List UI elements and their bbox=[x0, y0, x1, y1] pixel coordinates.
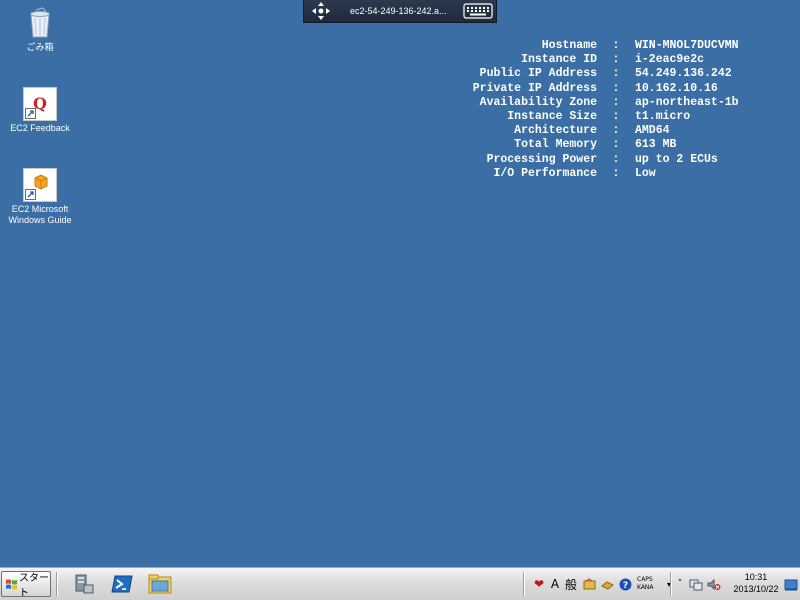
bginfo-separator: : bbox=[612, 67, 620, 81]
server-manager-icon[interactable] bbox=[66, 570, 102, 598]
bginfo-label: Hostname bbox=[541, 39, 597, 52]
bginfo-label: I/O Performance bbox=[493, 166, 597, 180]
bginfo-separator: : bbox=[612, 166, 620, 180]
ime-mode-a[interactable]: A bbox=[550, 577, 560, 591]
taskbar: スタート ❤ A 般 ? CAPS KANA ▾ ˄ 10:31 2013/10… bbox=[0, 567, 800, 600]
bginfo-row: Processing Power : up to 2 ECUs bbox=[420, 153, 739, 167]
bginfo-label: Instance Size bbox=[507, 109, 597, 123]
ime-bar: ❤ A 般 ? CAPS KANA ▾ bbox=[530, 568, 675, 600]
recycle-bin-icon bbox=[23, 6, 57, 40]
svg-text:?: ? bbox=[622, 581, 627, 591]
bginfo-label: Instance ID bbox=[521, 53, 597, 67]
bginfo-panel: Hostname : WIN-MNOL7DUCVMN Instance ID :… bbox=[420, 39, 739, 181]
ime-tools-icon[interactable] bbox=[600, 577, 614, 591]
ec2-windows-guide-shortcut[interactable]: EC2 Microsoft Windows Guide bbox=[5, 168, 75, 226]
bginfo-row: Instance Size : t1.micro bbox=[420, 110, 739, 124]
show-desktop-icon[interactable] bbox=[784, 576, 798, 591]
help-icon[interactable]: ? bbox=[618, 577, 632, 591]
bginfo-separator: : bbox=[612, 81, 620, 95]
bginfo-row: Total Memory : 613 MB bbox=[420, 138, 739, 152]
bginfo-value: i-2eac9e2c bbox=[635, 53, 705, 67]
notification-area: ˄ bbox=[673, 568, 723, 600]
clock-date: 2013/10/22 bbox=[733, 584, 779, 594]
bginfo-value: 10.162.10.16 bbox=[635, 81, 718, 95]
keyboard-icon[interactable] bbox=[460, 0, 496, 22]
recycle-bin-shortcut[interactable]: ごみ箱 bbox=[5, 6, 75, 53]
bginfo-separator: : bbox=[612, 138, 620, 152]
caps-label: CAPS bbox=[637, 576, 653, 583]
bginfo-label: Public IP Address bbox=[479, 67, 597, 81]
volume-muted-icon[interactable] bbox=[707, 577, 721, 591]
taskbar-separator bbox=[523, 572, 525, 596]
bginfo-value: ap-northeast-1b bbox=[635, 95, 739, 109]
bginfo-label: Total Memory bbox=[514, 138, 597, 152]
bginfo-value: 54.249.136.242 bbox=[635, 67, 732, 81]
bginfo-label: Private IP Address bbox=[472, 81, 597, 95]
desktop-icon-label: ごみ箱 bbox=[26, 42, 54, 52]
move-arrows-icon[interactable] bbox=[304, 0, 338, 22]
powershell-icon[interactable] bbox=[104, 570, 140, 598]
bginfo-value: WIN-MNOL7DUCVMN bbox=[635, 39, 739, 52]
bginfo-value: up to 2 ECUs bbox=[635, 152, 718, 166]
ec2-feedback-shortcut[interactable]: Q EC2 Feedback bbox=[5, 87, 75, 134]
start-label: スタート bbox=[19, 573, 49, 599]
bginfo-row: Availability Zone : ap-northeast-1b bbox=[420, 96, 739, 110]
rdp-host-title: ec2-54-249-136-242.a... bbox=[350, 6, 447, 16]
bginfo-separator: : bbox=[612, 124, 620, 138]
desktop-icon-label-line2: Windows Guide bbox=[8, 215, 72, 225]
taskbar-separator bbox=[670, 572, 672, 596]
guide-icon bbox=[23, 168, 57, 202]
bginfo-row: Hostname : WIN-MNOL7DUCVMN bbox=[420, 39, 739, 53]
rdp-connection-bar: ec2-54-249-136-242.a... bbox=[303, 0, 497, 23]
bginfo-row: I/O Performance : Low bbox=[420, 167, 739, 181]
bginfo-label: Processing Power bbox=[486, 152, 597, 166]
bginfo-row: Private IP Address : 10.162.10.16 bbox=[420, 82, 739, 96]
network-icon[interactable] bbox=[689, 577, 703, 591]
taskbar-clock[interactable]: 10:31 2013/10/22 bbox=[729, 571, 783, 595]
bginfo-separator: : bbox=[612, 39, 620, 52]
explorer-icon[interactable] bbox=[142, 570, 178, 598]
windows-logo-icon bbox=[5, 578, 18, 591]
feedback-icon: Q bbox=[23, 87, 57, 121]
clock-time: 10:31 bbox=[744, 572, 768, 582]
bginfo-row: Instance ID : i-2eac9e2c bbox=[420, 53, 739, 67]
taskbar-separator bbox=[56, 572, 58, 596]
bginfo-value: AMD64 bbox=[635, 124, 670, 138]
bginfo-row: Architecture : AMD64 bbox=[420, 124, 739, 138]
ime-mode-kanji[interactable]: 般 bbox=[564, 577, 578, 592]
shortcut-arrow-icon bbox=[25, 189, 36, 200]
desktop-icon-label: EC2 Feedback bbox=[10, 123, 70, 133]
bginfo-separator: : bbox=[612, 109, 620, 123]
desktop-icon-label-line1: EC2 Microsoft bbox=[11, 204, 69, 214]
bginfo-value: 613 MB bbox=[635, 138, 677, 152]
bginfo-separator: : bbox=[612, 152, 620, 166]
kana-label: KANA bbox=[637, 584, 654, 591]
shortcut-arrow-icon bbox=[25, 108, 36, 119]
bginfo-separator: : bbox=[612, 53, 620, 67]
bginfo-separator: : bbox=[612, 95, 620, 109]
ime-pad-icon[interactable] bbox=[582, 577, 596, 591]
show-hidden-icons[interactable]: ˄ bbox=[675, 577, 685, 591]
bginfo-label: Architecture bbox=[514, 124, 597, 138]
bginfo-value: Low bbox=[635, 166, 656, 180]
caps-kana-indicator: CAPS KANA bbox=[637, 576, 663, 592]
bginfo-value: t1.micro bbox=[635, 109, 691, 123]
ime-heart-icon[interactable]: ❤ bbox=[532, 577, 546, 591]
bginfo-label: Availability Zone bbox=[479, 95, 597, 109]
bginfo-row: Public IP Address : 54.249.136.242 bbox=[420, 67, 739, 81]
start-button[interactable]: スタート bbox=[1, 571, 51, 599]
